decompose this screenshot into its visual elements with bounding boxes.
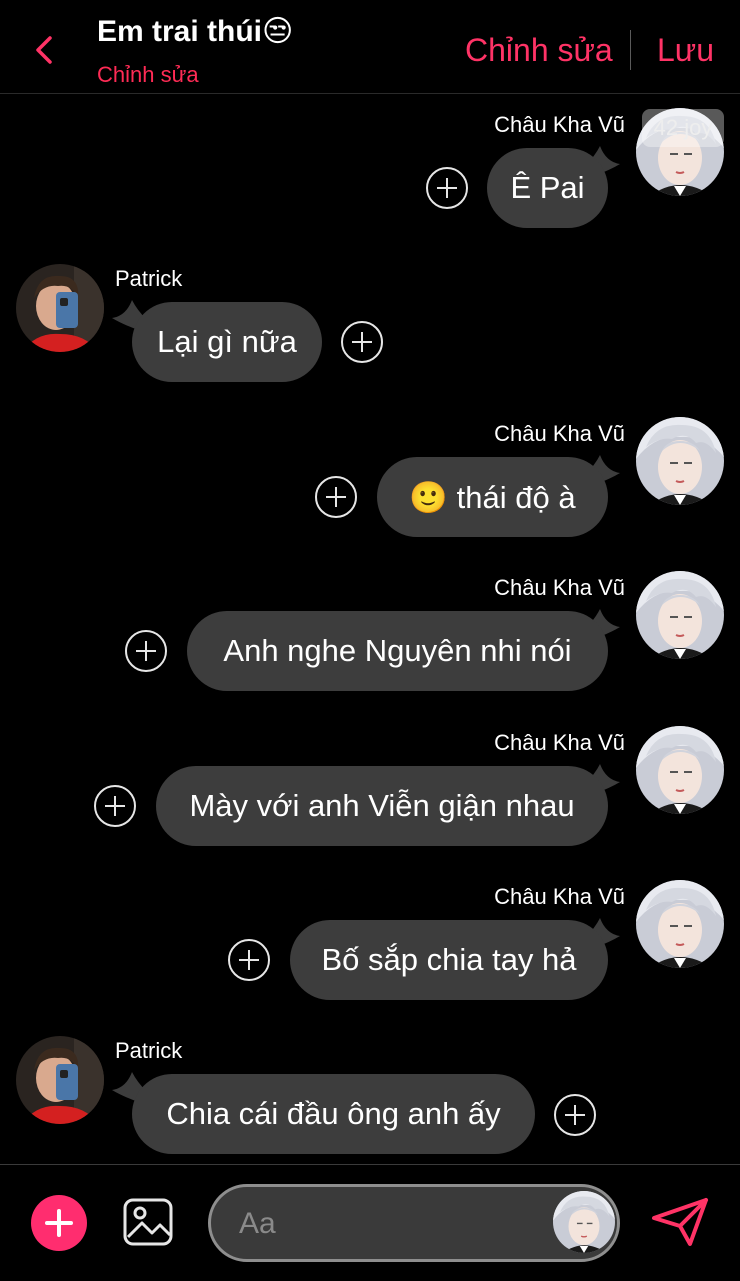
joy-badge: 42 joy — [642, 109, 724, 147]
input-placeholder: Aa — [239, 1207, 276, 1240]
image-icon[interactable] — [122, 1197, 174, 1247]
add-icon[interactable] — [31, 1195, 87, 1251]
sender-name: Châu Kha Vũ — [494, 421, 625, 446]
save-button[interactable]: Lưu — [657, 32, 714, 69]
message-row: Patrick Lại gì nữa — [0, 262, 740, 392]
add-reaction-icon[interactable] — [554, 1094, 596, 1136]
message-row: Patrick Chia cái đầu ông anh ấy — [0, 1034, 740, 1159]
message-bubble[interactable]: Bố sắp chia tay hả — [290, 920, 608, 1000]
back-chevron-icon[interactable] — [30, 34, 58, 66]
message-row: Châu Kha Vũ Mày với anh Viễn giận nhau — [0, 726, 740, 856]
message-bubble[interactable]: Anh nghe Nguyên nhi nói — [187, 611, 608, 691]
chat-subtitle[interactable]: Chỉnh sửa — [97, 62, 199, 88]
chat-title: Em trai thúi😒 — [97, 15, 294, 48]
message-row: Châu Kha Vũ 🙂 thái độ à — [0, 417, 740, 547]
sender-name: Châu Kha Vũ — [494, 575, 625, 600]
add-reaction-icon[interactable] — [94, 785, 136, 827]
send-icon[interactable] — [650, 1196, 710, 1248]
message-bubble[interactable]: Ê Pai — [487, 148, 608, 228]
message-row: Châu Kha Vũ Ê Pai — [0, 108, 740, 238]
avatar[interactable] — [16, 264, 104, 352]
sender-name: Châu Kha Vũ — [494, 730, 625, 755]
sender-name: Châu Kha Vũ — [494, 112, 625, 137]
header-divider — [630, 30, 631, 70]
avatar[interactable] — [16, 1036, 104, 1124]
chat-header: Em trai thúi😒 Chỉnh sửa Chỉnh sửa Lưu — [0, 0, 740, 94]
message-bubble[interactable]: Lại gì nữa — [132, 302, 322, 382]
message-row: Châu Kha Vũ Bố sắp chia tay hả — [0, 880, 740, 1010]
add-reaction-icon[interactable] — [341, 321, 383, 363]
avatar[interactable] — [636, 417, 724, 505]
composer-divider — [0, 1164, 740, 1165]
sender-name: Châu Kha Vũ — [494, 884, 625, 909]
sender-name: Patrick — [115, 1038, 183, 1063]
avatar[interactable] — [553, 1191, 615, 1253]
add-reaction-icon[interactable] — [426, 167, 468, 209]
add-reaction-icon[interactable] — [315, 476, 357, 518]
add-reaction-icon[interactable] — [228, 939, 270, 981]
avatar[interactable] — [636, 726, 724, 814]
message-bubble[interactable]: Mày với anh Viễn giận nhau — [156, 766, 608, 846]
message-row: Châu Kha Vũ Anh nghe Nguyên nhi nói — [0, 571, 740, 701]
edit-button[interactable]: Chỉnh sửa — [465, 32, 613, 69]
message-bubble[interactable]: Chia cái đầu ông anh ấy — [132, 1074, 535, 1154]
avatar[interactable] — [636, 880, 724, 968]
message-bubble[interactable]: 🙂 thái độ à — [377, 457, 608, 537]
sender-name: Patrick — [115, 266, 183, 291]
avatar[interactable] — [636, 571, 724, 659]
add-reaction-icon[interactable] — [125, 630, 167, 672]
message-input[interactable]: Aa — [208, 1184, 620, 1262]
